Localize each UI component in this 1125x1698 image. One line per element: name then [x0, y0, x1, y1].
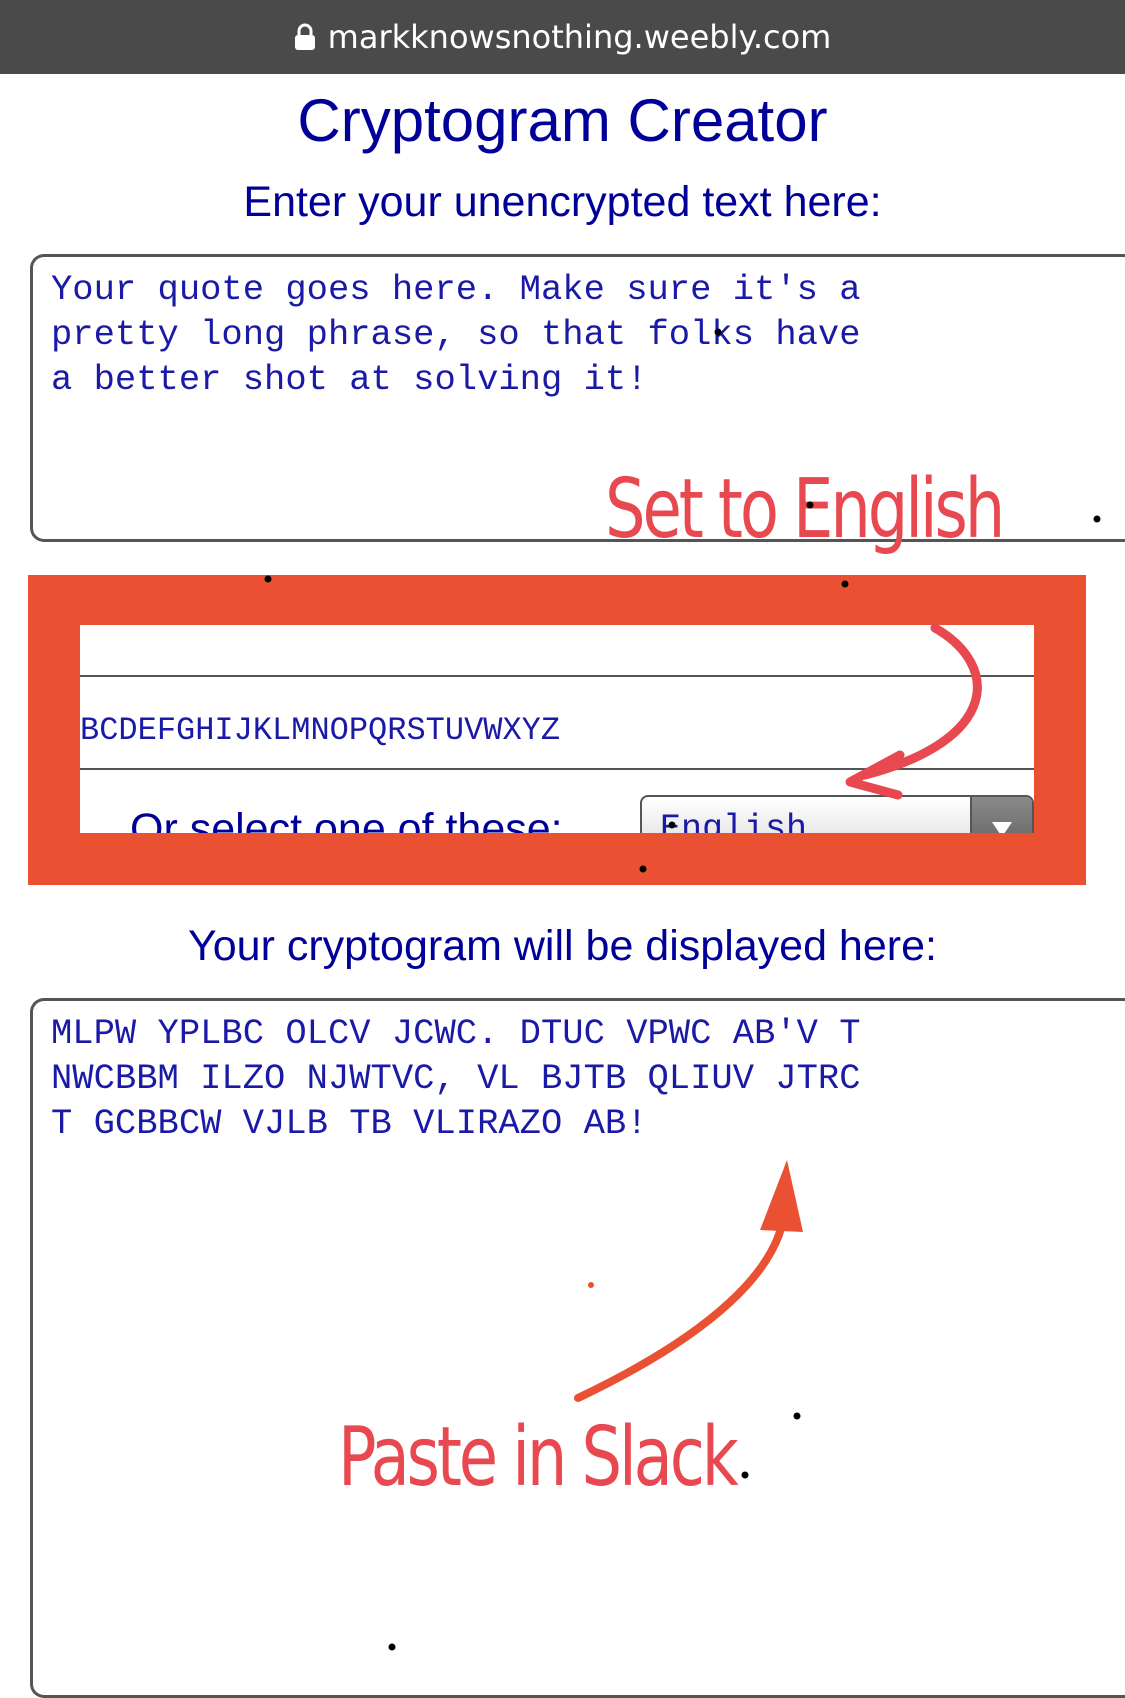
annotation-set-to-english: Set to English — [605, 462, 1005, 557]
lock-icon — [294, 23, 315, 50]
key-field-bottom-border — [80, 768, 1034, 770]
key-alphabet-field[interactable]: BCDEFGHIJKLMNOPQRSTUVWXYZ — [80, 712, 560, 749]
language-select[interactable]: English — [640, 795, 1034, 849]
key-field-top-border — [80, 675, 1034, 677]
input-heading: Enter your unencrypted text here: — [243, 178, 882, 226]
browser-url-bar[interactable]: markknowsnothing.weebly.com — [0, 0, 1125, 74]
language-selector-highlight: BCDEFGHIJKLMNOPQRSTUVWXYZ Or select one … — [28, 575, 1086, 885]
url-text: markknowsnothing.weebly.com — [327, 18, 832, 56]
cryptogram-output[interactable]: MLPW YPLBC OLCV JCWC. DTUC VPWC AB'V T N… — [30, 998, 1125, 1698]
output-heading: Your cryptogram will be displayed here: — [188, 922, 937, 970]
select-label: Or select one of these: — [130, 805, 563, 853]
chevron-down-icon — [992, 822, 1012, 833]
language-select-value: English — [660, 809, 808, 849]
annotation-paste-in-slack: Paste in Slack — [338, 1410, 739, 1505]
dropdown-button[interactable] — [970, 797, 1032, 833]
page-title: Cryptogram Creator — [297, 87, 828, 154]
